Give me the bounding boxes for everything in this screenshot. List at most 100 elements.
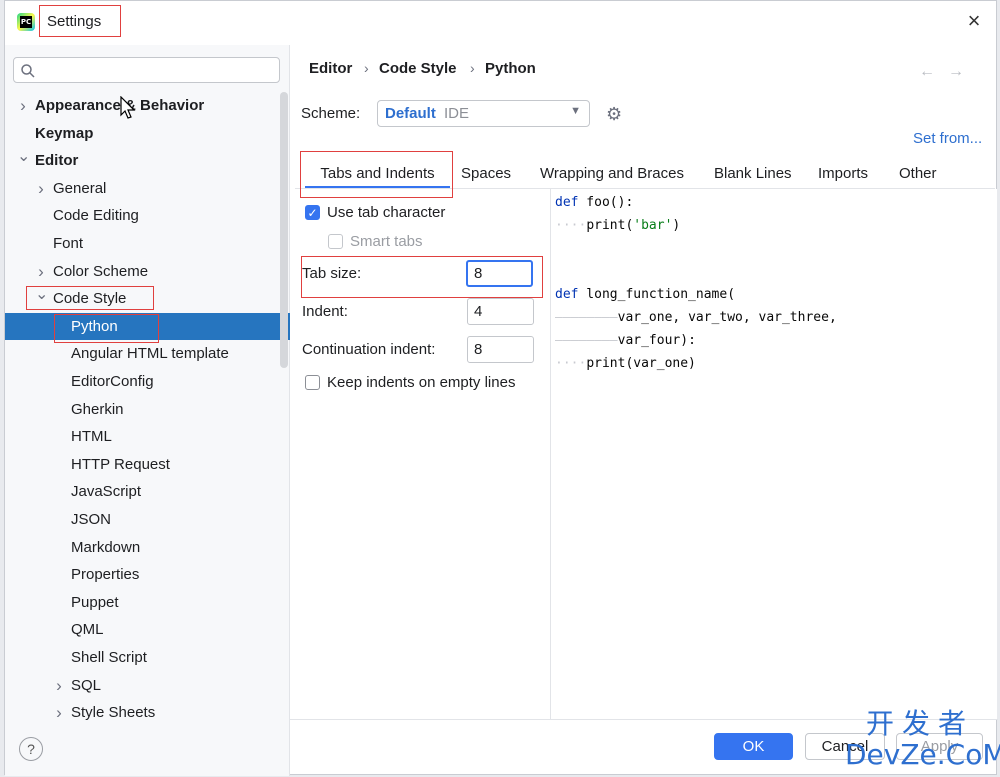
- sidebar-item-color-scheme[interactable]: › Color Scheme: [5, 258, 290, 285]
- sidebar-item-font[interactable]: Font: [5, 230, 290, 257]
- help-button[interactable]: ?: [19, 737, 43, 761]
- sidebar-scrollbar[interactable]: [280, 92, 288, 368]
- sidebar-item-angular-html-template[interactable]: Angular HTML template: [5, 340, 290, 367]
- sidebar-item-json[interactable]: JSON: [5, 506, 290, 533]
- code-line: ····print('bar'): [555, 218, 681, 233]
- forward-arrow-icon[interactable]: →: [948, 63, 964, 81]
- sidebar-item-keymap[interactable]: Keymap: [5, 120, 290, 147]
- tab-blank-lines[interactable]: Blank Lines: [714, 163, 792, 189]
- tab-size-label: Tab size:: [302, 265, 362, 282]
- code-line: def foo():: [555, 195, 634, 210]
- sidebar-item-label: EditorConfig: [71, 373, 154, 390]
- sidebar-item-properties[interactable]: Properties: [5, 561, 290, 588]
- chevron-down-icon: ▼: [570, 105, 581, 117]
- sidebar-item-label: Editor: [35, 152, 79, 169]
- code-line: def long_function_name(: [555, 287, 736, 302]
- sidebar-item-label: JSON: [71, 511, 112, 528]
- sidebar-item-gherkin[interactable]: Gherkin: [5, 396, 290, 423]
- breadcrumb-separator-icon: ›: [470, 60, 475, 76]
- sidebar-item-label: Code Editing: [53, 207, 139, 224]
- back-arrow-icon[interactable]: ←: [919, 63, 935, 81]
- sidebar-item-python[interactable]: Python: [5, 313, 290, 340]
- chevron-down-icon[interactable]: ⌄: [17, 147, 30, 174]
- sidebar-item-label: Shell Script: [71, 649, 147, 666]
- chevron-right-icon[interactable]: ›: [17, 92, 29, 119]
- code-line: ————————var_four):: [555, 333, 696, 348]
- smart-tabs-checkbox[interactable]: [328, 234, 343, 249]
- close-icon[interactable]: ×: [964, 10, 984, 32]
- sidebar-item-sql[interactable]: › SQL: [5, 672, 290, 699]
- gear-icon[interactable]: ⚙: [606, 104, 626, 124]
- code-line: ————————var_one, var_two, var_three,: [555, 310, 837, 325]
- sidebar-item-label: Puppet: [71, 594, 119, 611]
- scheme-value: Default: [385, 105, 436, 122]
- indent-label: Indent:: [302, 303, 348, 320]
- sidebar-item-appearance-behavior[interactable]: › Appearance & Behavior: [5, 92, 290, 119]
- settings-search-input[interactable]: [13, 57, 280, 83]
- sidebar-item-javascript[interactable]: JavaScript: [5, 478, 290, 505]
- sidebar-item-label: Font: [53, 235, 84, 252]
- cancel-button[interactable]: Cancel: [805, 733, 885, 760]
- tab-wrapping-and-braces[interactable]: Wrapping and Braces: [540, 163, 684, 189]
- sidebar-item-editorconfig[interactable]: EditorConfig: [5, 368, 290, 395]
- tab-other[interactable]: Other: [899, 163, 937, 189]
- sidebar-item-shell-script[interactable]: Shell Script: [5, 644, 290, 671]
- scheme-dropdown[interactable]: Default IDE ▼: [377, 100, 590, 127]
- breadcrumb-python: Python: [485, 60, 536, 77]
- ok-button[interactable]: OK: [714, 733, 793, 760]
- sidebar-item-label: Code Style: [53, 290, 127, 307]
- sidebar-item-label: Python: [71, 318, 118, 335]
- chevron-right-icon[interactable]: ›: [35, 175, 47, 202]
- chevron-right-icon[interactable]: ›: [53, 672, 65, 699]
- sidebar-item-markdown[interactable]: Markdown: [5, 534, 290, 561]
- use-tab-character-label: Use tab character: [327, 204, 446, 221]
- sidebar-item-label: JavaScript: [71, 483, 142, 500]
- sidebar-item-puppet[interactable]: Puppet: [5, 589, 290, 616]
- apply-button[interactable]: Apply: [896, 733, 983, 760]
- tab-spaces[interactable]: Spaces: [461, 163, 511, 189]
- breadcrumb-separator-icon: ›: [364, 60, 369, 76]
- sidebar-item-label: Gherkin: [71, 401, 124, 418]
- tab-imports[interactable]: Imports: [818, 163, 868, 189]
- pycharm-logo-icon: PC: [17, 13, 35, 31]
- settings-sidebar: › Appearance & Behavior Keymap ⌄ Editor › Gene…: [5, 45, 290, 776]
- use-tab-character-checkbox[interactable]: ✓: [305, 205, 320, 220]
- breadcrumb-code-style[interactable]: Code Style: [379, 60, 457, 77]
- sidebar-item-label: Angular HTML template: [71, 345, 229, 362]
- sidebar-item-label: Properties: [71, 566, 140, 583]
- code-preview: def foo(): ····print('bar') def long_fun…: [550, 189, 997, 719]
- sidebar-item-label: Keymap: [35, 125, 94, 142]
- indent-input[interactable]: 4: [467, 298, 534, 325]
- chevron-right-icon[interactable]: ›: [53, 699, 65, 726]
- chevron-right-icon[interactable]: ›: [35, 258, 47, 285]
- sidebar-item-html[interactable]: HTML: [5, 423, 290, 450]
- dialog-title: Settings: [47, 13, 102, 30]
- sidebar-item-label: SQL: [71, 677, 102, 694]
- continuation-indent-label: Continuation indent:: [302, 341, 436, 358]
- chevron-down-icon[interactable]: ⌄: [35, 285, 48, 312]
- sidebar-item-code-style[interactable]: ⌄ Code Style: [5, 285, 290, 312]
- set-from-link[interactable]: Set from...: [913, 130, 982, 147]
- footer-divider: [290, 719, 998, 720]
- sidebar-item-code-editing[interactable]: Code Editing: [5, 202, 290, 229]
- breadcrumb-editor[interactable]: Editor: [309, 60, 352, 77]
- keep-indents-checkbox[interactable]: [305, 375, 320, 390]
- keep-indents-label: Keep indents on empty lines: [327, 374, 516, 391]
- tab-tabs-and-indents[interactable]: Tabs and Indents: [305, 163, 450, 189]
- code-line: ····print(var_one): [555, 356, 696, 371]
- sidebar-item-general[interactable]: › General: [5, 175, 290, 202]
- title-bar: PC Settings ×: [5, 1, 996, 45]
- sidebar-item-editor[interactable]: ⌄ Editor: [5, 147, 290, 174]
- smart-tabs-label: Smart tabs: [350, 233, 423, 250]
- tab-size-input[interactable]: 8: [466, 260, 533, 287]
- sidebar-item-label: HTML: [71, 428, 112, 445]
- sidebar-item-label: General: [53, 180, 107, 197]
- sidebar-item-http-request[interactable]: HTTP Request: [5, 451, 290, 478]
- sidebar-item-qml[interactable]: QML: [5, 616, 290, 643]
- mouse-cursor-icon: [120, 96, 136, 119]
- continuation-indent-input[interactable]: 8: [467, 336, 534, 363]
- settings-dialog: PC Settings × › Appearance & Behavior Keym…: [4, 0, 1000, 776]
- sidebar-item-label: QML: [71, 621, 104, 638]
- sidebar-item-style-sheets[interactable]: › Style Sheets: [5, 699, 290, 726]
- sidebar-item-label: Color Scheme: [53, 263, 149, 280]
